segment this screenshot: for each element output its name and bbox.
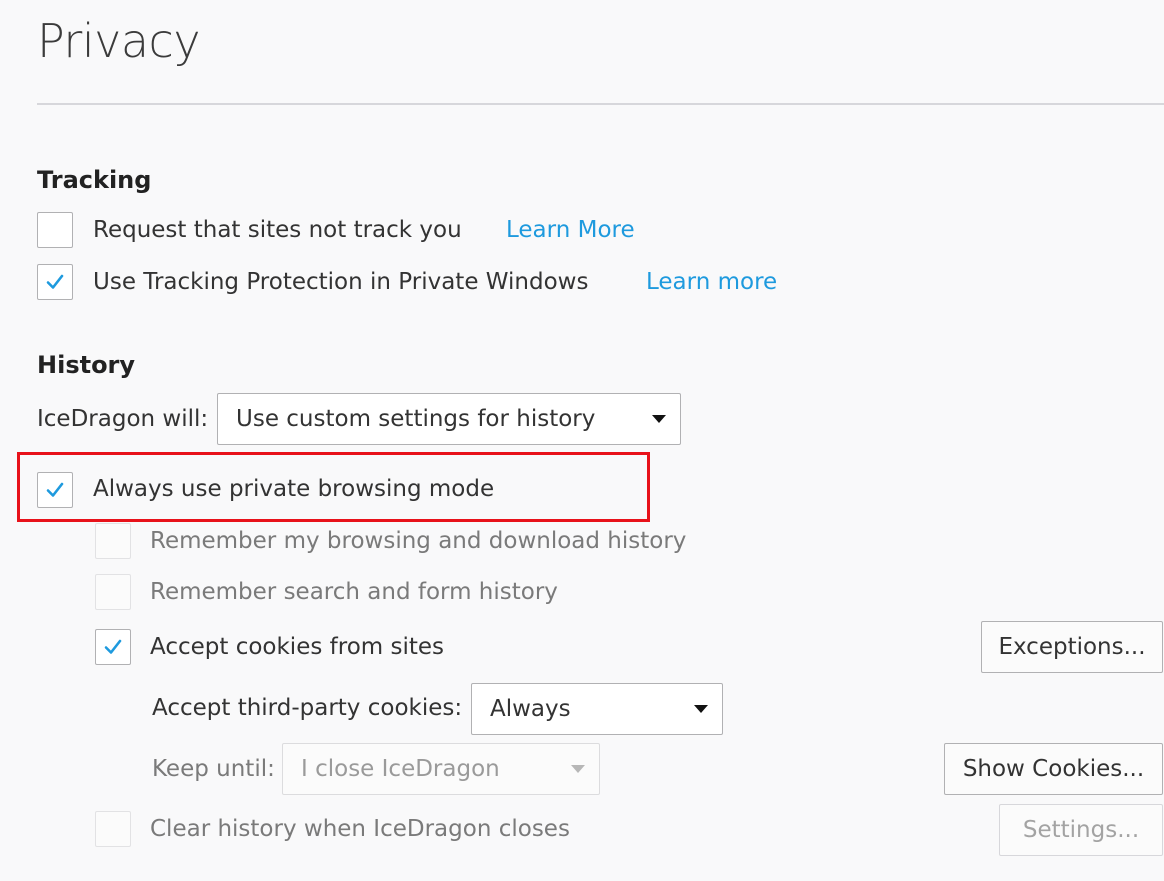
tracking-heading: Tracking	[37, 166, 152, 194]
tracking-protection-learn-more-link[interactable]: Learn more	[646, 269, 777, 295]
checkmark-icon	[46, 274, 64, 289]
accept-cookies-label[interactable]: Accept cookies from sites	[150, 634, 444, 660]
remember-browsing-checkbox[interactable]	[95, 523, 131, 559]
history-heading: History	[37, 351, 136, 379]
history-mode-value: Use custom settings for history	[236, 406, 596, 432]
history-mode-label: IceDragon will:	[37, 406, 209, 432]
do-not-track-learn-more-link[interactable]: Learn More	[506, 217, 635, 243]
remember-search-label[interactable]: Remember search and form history	[150, 579, 558, 605]
tracking-protection-checkbox[interactable]	[37, 264, 73, 300]
do-not-track-checkbox[interactable]	[37, 212, 73, 248]
third-party-cookies-dropdown[interactable]: Always	[471, 683, 723, 735]
tracking-protection-label[interactable]: Use Tracking Protection in Private Windo…	[93, 269, 588, 295]
history-mode-dropdown[interactable]: Use custom settings for history	[217, 393, 681, 445]
keep-until-label: Keep until:	[152, 756, 275, 782]
always-private-label[interactable]: Always use private browsing mode	[93, 476, 494, 502]
dropdown-arrow-icon	[694, 705, 708, 713]
accept-cookies-checkbox[interactable]	[95, 629, 131, 665]
title-divider	[37, 103, 1164, 105]
checkmark-icon	[104, 639, 122, 654]
checkmark-icon	[46, 482, 64, 497]
remember-search-checkbox[interactable]	[95, 574, 131, 610]
clear-history-label[interactable]: Clear history when IceDragon closes	[150, 816, 570, 842]
dropdown-arrow-icon	[571, 765, 585, 773]
remember-browsing-label[interactable]: Remember my browsing and download histor…	[150, 528, 686, 554]
page-title: Privacy	[37, 14, 201, 68]
exceptions-button[interactable]: Exceptions...	[981, 621, 1163, 673]
show-cookies-button[interactable]: Show Cookies...	[944, 743, 1163, 795]
third-party-cookies-label: Accept third-party cookies:	[152, 695, 463, 721]
third-party-cookies-value: Always	[490, 696, 571, 722]
do-not-track-label[interactable]: Request that sites not track you	[93, 217, 462, 243]
settings-button[interactable]: Settings...	[999, 804, 1163, 856]
dropdown-arrow-icon	[652, 415, 666, 423]
keep-until-value: I close IceDragon	[301, 756, 500, 782]
clear-history-checkbox[interactable]	[95, 811, 131, 847]
keep-until-dropdown[interactable]: I close IceDragon	[282, 743, 600, 795]
always-private-checkbox[interactable]	[37, 472, 73, 508]
